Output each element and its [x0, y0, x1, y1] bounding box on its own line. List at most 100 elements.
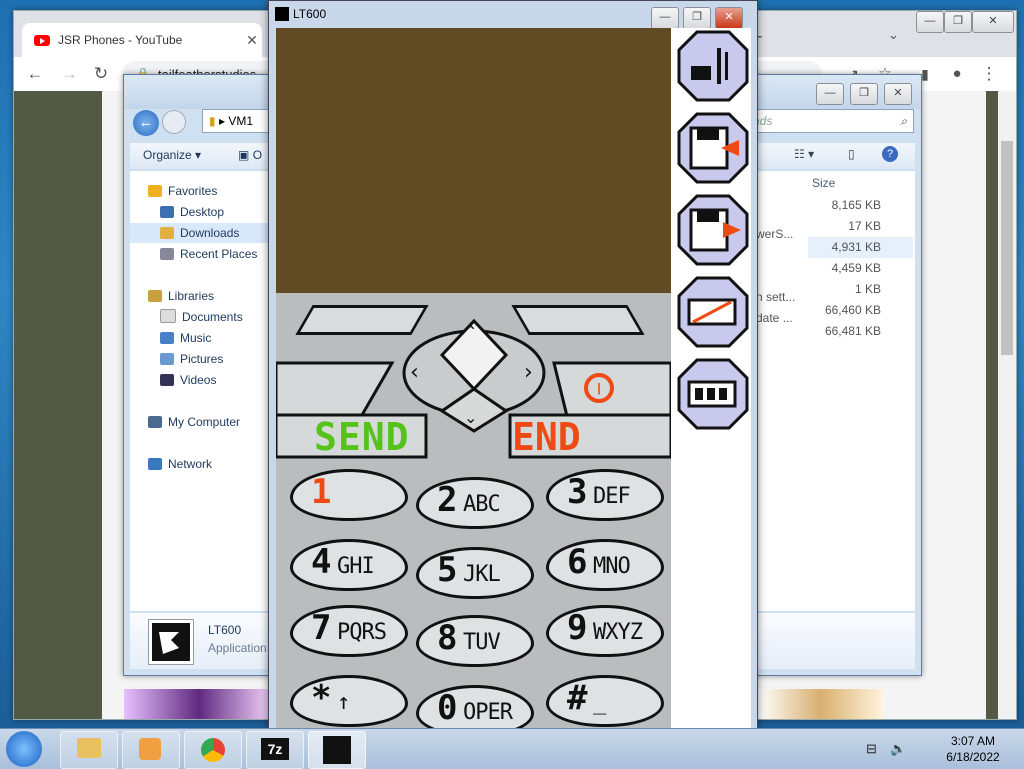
emulator-minimize-button[interactable]: — — [651, 7, 679, 29]
clock[interactable]: 3:07 AM 6/18/2022 — [930, 733, 1016, 765]
preview-pane-icon[interactable]: ▯ — [848, 147, 855, 161]
7zip-icon: 7z — [261, 738, 289, 760]
explorer-maximize-button[interactable]: ❐ — [850, 83, 878, 105]
explorer-forward-button[interactable] — [162, 110, 186, 134]
chrome-icon — [201, 738, 225, 762]
explorer-close-button[interactable]: ✕ — [884, 83, 912, 105]
explorer-back-button[interactable]: ← — [133, 110, 159, 136]
phone-keypad-area: ⌃ ⌄ ‹ › | SEND END 1 2 ABC 3 DEF 4 GHI 5 JKL… — [276, 293, 671, 737]
nav-recent-places[interactable]: Recent Places — [160, 244, 257, 264]
profile-avatar-icon[interactable]: ● — [946, 63, 968, 85]
reload-icon[interactable]: ↻ — [90, 63, 112, 85]
page-scrollbar[interactable] — [998, 91, 1016, 719]
file-name-fragment[interactable]: n sett... — [756, 290, 795, 304]
page-background-right — [986, 91, 998, 719]
battery-disabled-icon[interactable] — [677, 276, 749, 348]
file-size[interactable]: 1 KB — [808, 279, 913, 300]
network-tray-icon[interactable]: ⊟ — [866, 741, 877, 757]
emulator-maximize-button[interactable]: ❐ — [683, 7, 711, 29]
nav-documents[interactable]: Documents — [160, 307, 243, 327]
folder-icon — [77, 738, 101, 758]
nav-desktop[interactable]: Desktop — [160, 202, 224, 222]
video-thumbnail[interactable] — [124, 689, 274, 719]
file-size[interactable]: 66,481 KB — [808, 321, 913, 342]
tab-close-icon[interactable]: ✕ — [242, 32, 262, 49]
key-hash[interactable]: # _ — [546, 675, 664, 727]
key-3[interactable]: 3 DEF — [546, 469, 664, 521]
forward-arrow-icon[interactable]: → — [58, 63, 80, 85]
nav-network[interactable]: Network — [148, 454, 212, 474]
start-button[interactable] — [6, 731, 42, 767]
open-button[interactable]: ▣ O — [238, 148, 262, 162]
menu-kebab-icon[interactable]: ⋮ — [978, 63, 1000, 85]
power-icon[interactable]: | — [584, 373, 614, 403]
battery-full-icon[interactable] — [677, 358, 749, 430]
tab-youtube[interactable]: JSR Phones - YouTube ✕ — [22, 23, 262, 57]
chrome-maximize-button[interactable]: ❐ — [944, 11, 972, 33]
key-4[interactable]: 4 GHI — [290, 539, 408, 591]
file-size[interactable]: 4,459 KB — [808, 258, 913, 279]
key-9[interactable]: 9 WXYZ — [546, 605, 664, 657]
details-file-name: LT600 — [208, 623, 242, 637]
file-size[interactable]: 8,165 KB — [808, 195, 913, 216]
organize-button[interactable]: Organize ▾ — [143, 148, 201, 162]
view-options-icon[interactable]: ☷ ▾ — [794, 147, 814, 161]
videos-icon — [160, 374, 174, 386]
open-icon: ▣ — [238, 148, 250, 162]
video-thumbnail[interactable] — [758, 689, 882, 719]
size-column-header[interactable]: Size — [808, 171, 913, 195]
hook-phone-icon[interactable] — [677, 30, 749, 102]
taskbar-7zip[interactable]: 7z — [246, 731, 304, 769]
clock-time: 3:07 AM — [950, 734, 996, 748]
file-size[interactable]: 4,931 KB — [808, 237, 913, 258]
key-6[interactable]: 6 MNO — [546, 539, 664, 591]
file-name-fragment[interactable]: werS... — [756, 227, 793, 241]
libraries-icon — [148, 290, 162, 302]
emulator-side-toolbar — [671, 28, 751, 729]
key-8[interactable]: 8 TUV — [416, 615, 534, 667]
save-state-icon[interactable] — [677, 194, 749, 266]
key-1[interactable]: 1 — [290, 469, 408, 521]
chrome-minimize-button[interactable]: — — [916, 11, 944, 33]
file-size[interactable]: 17 KB — [808, 216, 913, 237]
nav-favorites[interactable]: Favorites — [148, 181, 217, 201]
folder-icon: ▮ — [209, 114, 216, 128]
star-icon — [148, 185, 162, 197]
desktop-icon — [160, 206, 174, 218]
key-star[interactable]: * ↑ — [290, 675, 408, 727]
chrome-close-button[interactable]: ✕ — [972, 11, 1014, 33]
documents-icon — [160, 309, 176, 323]
nav-music[interactable]: Music — [160, 328, 211, 348]
details-file-type: Application — [208, 641, 267, 655]
svg-text:‹: ‹ — [410, 360, 419, 385]
nav-libraries[interactable]: Libraries — [148, 286, 214, 306]
downloads-folder-icon — [160, 227, 174, 239]
file-name-fragment[interactable]: date ... — [756, 311, 793, 325]
back-arrow-icon[interactable]: ← — [24, 63, 46, 85]
scrollbar-thumb[interactable] — [1001, 141, 1013, 355]
tab-search-chevron-icon[interactable]: ⌄ — [888, 27, 899, 43]
nav-downloads[interactable]: Downloads — [130, 223, 270, 243]
taskbar-chrome[interactable] — [184, 731, 242, 769]
nav-pictures[interactable]: Pictures — [160, 349, 223, 369]
taskbar-lt600[interactable] — [308, 731, 366, 769]
explorer-search-input[interactable]: ads ⌕ — [752, 109, 914, 133]
explorer-minimize-button[interactable]: — — [816, 83, 844, 105]
volume-icon[interactable]: 🔈 — [890, 741, 906, 757]
end-button[interactable]: END — [512, 415, 581, 459]
svg-text:⌄: ⌄ — [464, 408, 477, 427]
nav-videos[interactable]: Videos — [160, 370, 216, 390]
key-7[interactable]: 7 PQRS — [290, 605, 408, 657]
key-2[interactable]: 2 ABC — [416, 477, 534, 529]
send-button[interactable]: SEND — [314, 415, 410, 459]
taskbar-media-player[interactable] — [122, 731, 180, 769]
youtube-icon — [34, 34, 50, 46]
app-logo-icon — [148, 619, 194, 665]
load-state-icon[interactable] — [677, 112, 749, 184]
taskbar-explorer[interactable] — [60, 731, 118, 769]
nav-my-computer[interactable]: My Computer — [148, 412, 240, 432]
emulator-close-button[interactable]: ✕ — [715, 7, 743, 29]
help-icon[interactable]: ? — [882, 146, 898, 162]
file-size[interactable]: 66,460 KB — [808, 300, 913, 321]
key-5[interactable]: 5 JKL — [416, 547, 534, 599]
